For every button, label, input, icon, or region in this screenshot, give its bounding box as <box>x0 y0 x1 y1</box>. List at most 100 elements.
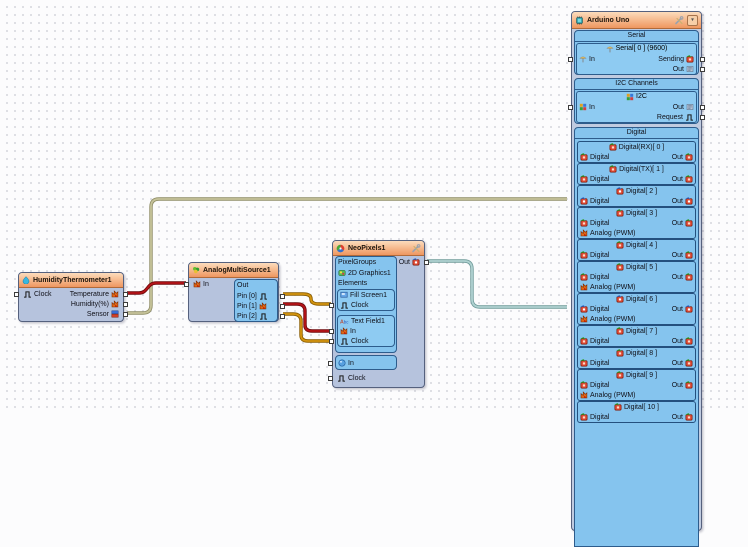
digital-channel-10[interactable]: Digital[ 10 ] Digital Out <box>577 401 696 423</box>
digital-channel-8[interactable]: Digital[ 8 ] Digital Out <box>577 347 696 369</box>
digital-channel-4[interactable]: Digital[ 4 ] Digital Out <box>577 239 696 261</box>
digital-channel-5[interactable]: Digital[ 5 ] Digital Out Analog (PWM) <box>577 261 696 293</box>
digital-channel-2[interactable]: Digital[ 2 ] Digital Out <box>577 185 696 207</box>
pin-socket-i2c-out[interactable] <box>700 104 705 110</box>
block-neopixels[interactable]: NeoPixels1 Out PixelGroups 2D Graphics1 … <box>328 240 429 388</box>
text-field-element[interactable]: Abc Text Field1 In Clock <box>329 315 395 347</box>
wrench-icon[interactable] <box>411 243 421 253</box>
clock-icon <box>23 290 32 298</box>
block-header[interactable]: NeoPixels1 <box>333 241 424 256</box>
serial-section-title: Serial <box>575 31 698 42</box>
pin-label: Out <box>671 359 683 367</box>
pin-socket-in[interactable] <box>184 281 189 287</box>
wrench-icon[interactable] <box>674 15 684 25</box>
graphics-item[interactable]: 2D Graphics1 <box>336 268 396 278</box>
sensor-icon <box>111 310 119 318</box>
channel-io-row: Digital Out <box>578 336 695 346</box>
i2c-io-row: In Out <box>568 102 705 112</box>
pin-label: Digital <box>590 197 610 205</box>
channel-io-row: Digital Out <box>578 358 695 368</box>
digital-channel-9[interactable]: Digital[ 9 ] Digital Out Analog (PWM) <box>577 369 696 401</box>
serial-section: Serial Serial[ 0 ] (9600) In Sending Out <box>568 30 705 75</box>
analog-icon <box>111 300 119 308</box>
pin-label: Digital <box>590 175 610 183</box>
i2c-channel[interactable]: I2C In Out Request <box>568 91 705 123</box>
sphere-icon <box>338 359 346 367</box>
pin-label: Digital <box>590 337 610 345</box>
block-header[interactable]: HumidityThermometer1 <box>19 273 123 288</box>
channel-io-row: Digital Out <box>578 152 695 162</box>
pin-row-textfield-in: In <box>329 326 394 336</box>
digital-pin-icon <box>685 273 693 281</box>
digital-connected-icon <box>616 187 624 195</box>
digital-pin-icon <box>580 337 588 345</box>
pin-socket-humidity[interactable] <box>123 301 128 307</box>
block-title: HumidityThermometer1 <box>33 276 112 284</box>
pin-socket-sensor[interactable] <box>123 311 128 317</box>
pin-label: Humidity(%) <box>70 300 109 308</box>
pin-socket-pin0[interactable] <box>280 293 285 299</box>
pin-socket-temperature[interactable] <box>123 291 128 297</box>
dropdown-icon[interactable]: ▾ <box>687 14 698 26</box>
channel-pwm-row: Analog (PWM) <box>578 282 695 292</box>
digital-pin-icon <box>616 371 624 379</box>
digital-channel-7[interactable]: Digital[ 7 ] Digital Out <box>577 325 696 347</box>
pin-socket-fillscreen-clock[interactable] <box>329 302 334 308</box>
pin-label: Pin [0] <box>237 292 257 300</box>
pin-socket-i2c-request[interactable] <box>700 114 705 120</box>
pin-row-humidity: Humidity(%) <box>55 299 128 309</box>
digital-channel-3[interactable]: Digital[ 3 ] Digital Out Analog (PWM) <box>577 207 696 239</box>
pin-label: Temperature <box>69 290 109 298</box>
graphics-icon <box>338 269 346 277</box>
serial-channel[interactable]: Serial[ 0 ] (9600) In Sending Out <box>568 43 705 75</box>
pin-label: Clock <box>34 290 52 298</box>
pin-label: Digital[ 4 ] <box>625 241 658 249</box>
block-header[interactable]: Arduino Uno ▾ <box>572 12 701 29</box>
pin-row-pin1: Pin [1] <box>235 301 285 311</box>
pin-socket-color-in[interactable] <box>328 360 333 366</box>
clock-icon <box>340 337 349 345</box>
fill-screen-element[interactable]: Fill Screen1 Clock <box>329 289 395 311</box>
pin-label: Out <box>671 413 683 421</box>
pin-label: Digital <box>590 413 610 421</box>
channel-title: Digital(RX)[ 0 ] <box>578 142 695 152</box>
pin-socket-i2c-in[interactable] <box>568 104 573 110</box>
analog-icon <box>259 302 267 310</box>
channel-title: Digital[ 10 ] <box>578 402 695 412</box>
pin-socket-clock[interactable] <box>328 375 333 381</box>
color-in-panel: In <box>328 355 397 370</box>
pin-socket-serial-out[interactable] <box>700 66 705 72</box>
clock-icon <box>337 374 346 382</box>
pin-socket-serial-in[interactable] <box>568 56 573 62</box>
block-humidity-thermometer[interactable]: HumidityThermometer1 Clock Temperature H… <box>14 272 128 322</box>
block-arduino-uno[interactable]: Arduino Uno ▾ Serial Serial[ 0 ] (9600) … <box>568 11 705 547</box>
svg-text:bc: bc <box>344 319 349 324</box>
pin-socket-clock[interactable] <box>14 291 19 297</box>
channel-io-row: Digital Out <box>578 218 695 228</box>
pin-socket-pin1[interactable] <box>280 303 285 309</box>
pin-label: Out <box>671 337 683 345</box>
pin-socket-textfield-in[interactable] <box>329 328 334 334</box>
pin-socket-pin2[interactable] <box>280 313 285 319</box>
digital-pin-icon <box>685 153 693 161</box>
digital-channel-1[interactable]: Digital(TX)[ 1 ] Digital Out <box>577 163 696 185</box>
pin-row-clock: Clock <box>328 373 395 383</box>
pin-socket-out[interactable] <box>424 259 429 265</box>
analog-icon <box>580 315 588 323</box>
digital-section: Digital Digital(RX)[ 0 ] Digital Out Digita… <box>574 127 699 547</box>
pin-socket-serial-sending[interactable] <box>700 56 705 62</box>
pin-label: Out <box>671 219 683 227</box>
digital-connected-icon <box>580 197 588 205</box>
channel-io-row: Digital Out <box>578 174 695 184</box>
digital-channel-0[interactable]: Digital(RX)[ 0 ] Digital Out <box>577 141 696 163</box>
fillscreen-icon <box>340 291 348 299</box>
digital-channels: Digital(RX)[ 0 ] Digital Out Digital(TX)[ 1… <box>575 139 698 423</box>
digital-channel-6[interactable]: Digital[ 6 ] Digital Out Analog (PWM) <box>577 293 696 325</box>
digital-pin-icon <box>609 165 617 173</box>
digital-pin-icon <box>580 153 588 161</box>
fill-screen-title-row: Fill Screen1 <box>338 290 394 300</box>
block-analog-multi-source[interactable]: AnalogMultiSource1 In Out Pin [0] Pin [1]… <box>184 262 285 322</box>
pin-socket-textfield-clock[interactable] <box>329 338 334 344</box>
block-header[interactable]: AnalogMultiSource1 <box>189 263 278 278</box>
block-title: Arduino Uno <box>587 16 630 24</box>
